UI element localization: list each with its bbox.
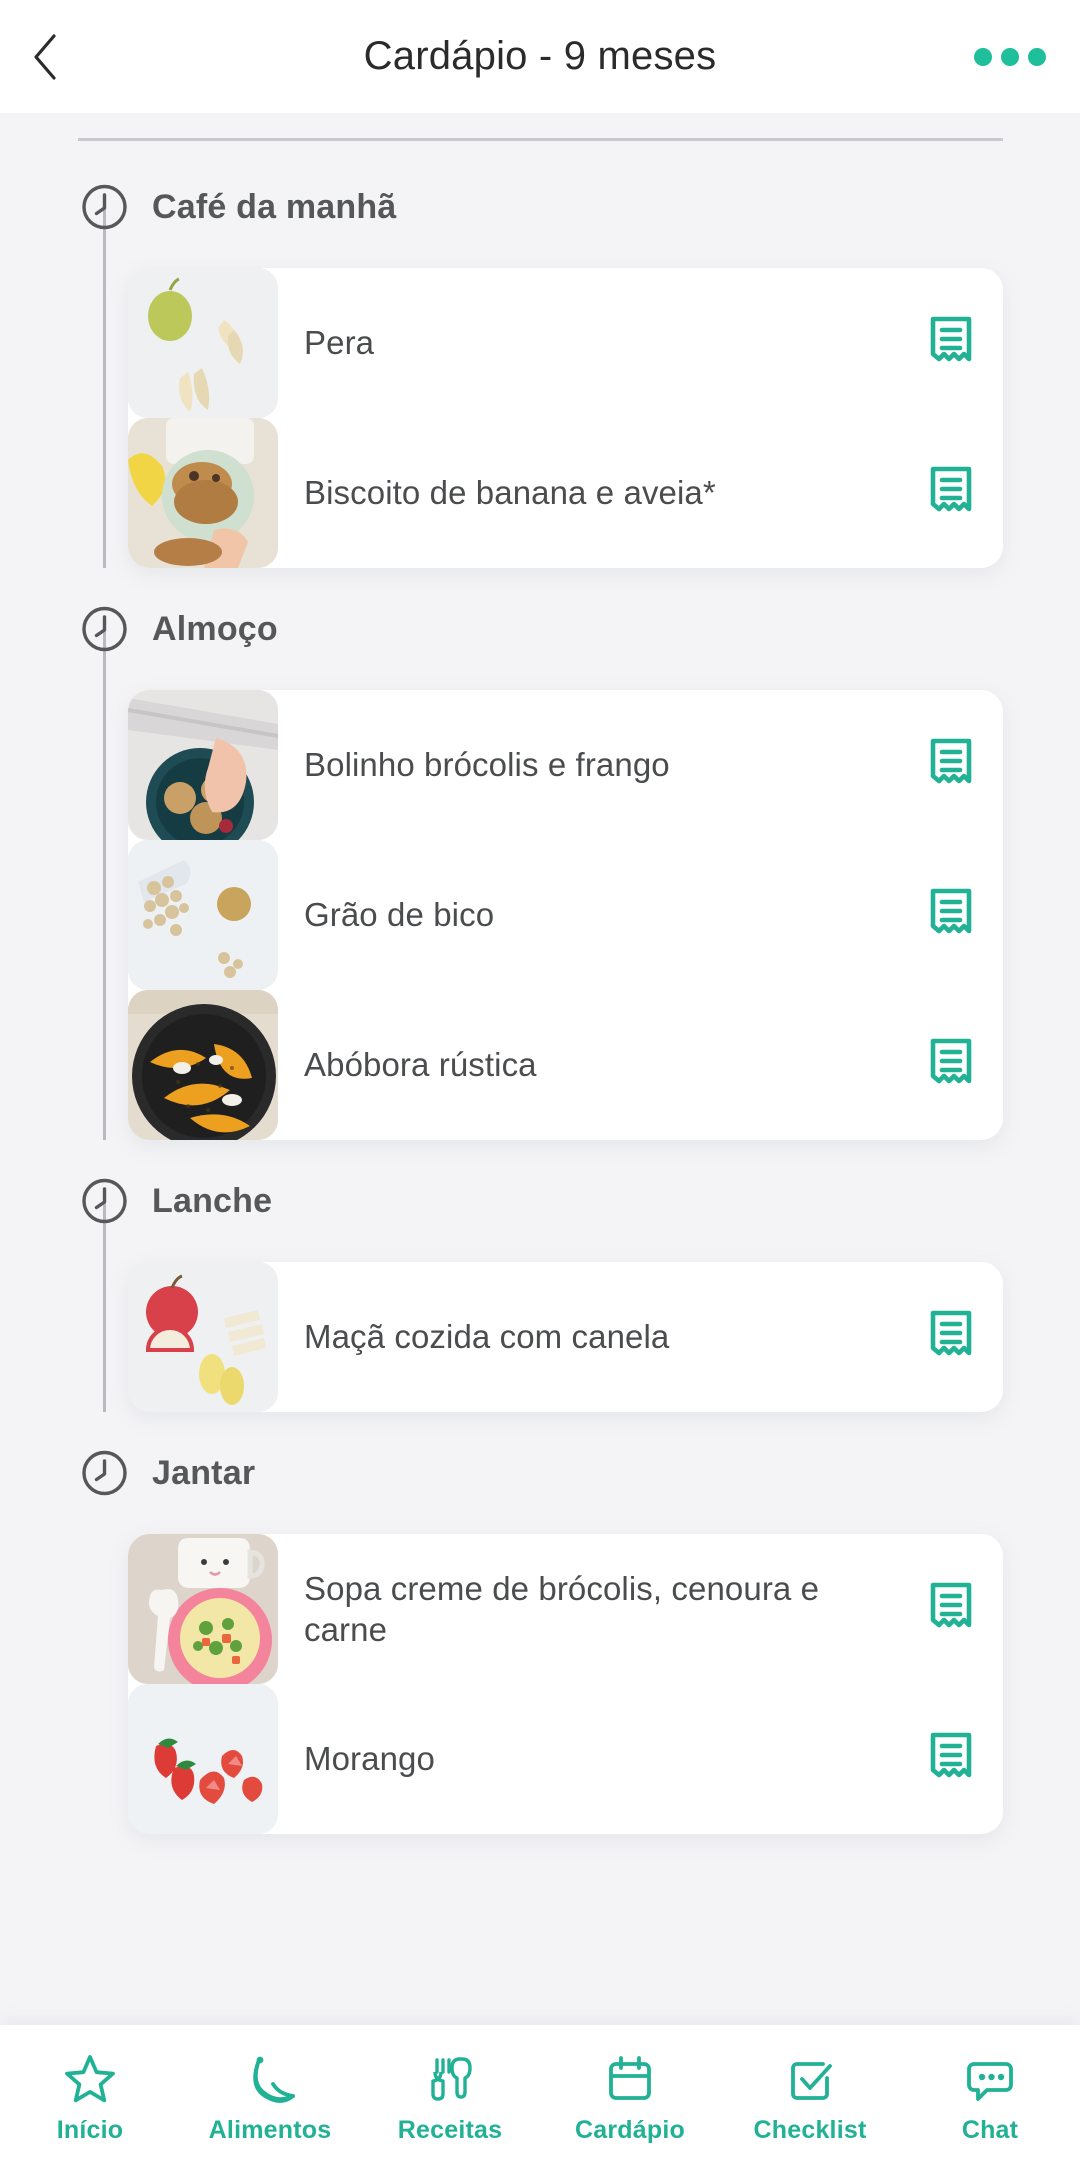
meal-header: Jantar [0, 1434, 1080, 1512]
menu-item-label: Abóbora rústica [304, 1046, 537, 1084]
receipt-icon [930, 466, 972, 512]
menu-item-row[interactable]: Bolinho brócolis e frango [128, 690, 1003, 840]
menu-item-label: Sopa creme de brócolis, cenoura e carne [304, 1569, 820, 1648]
nav-item-label: Chat [961, 2115, 1019, 2144]
nav-item-chat[interactable]: Chat [900, 2025, 1080, 2171]
more-horizontal-icon [1001, 47, 1019, 66]
menu-item-row[interactable]: Abóbora rústica [128, 990, 1003, 1140]
recipe-button[interactable] [899, 690, 1003, 840]
banana-icon [243, 2052, 297, 2106]
receipt-icon [930, 316, 972, 362]
timeline-rail [103, 207, 106, 568]
food-thumbnail[interactable] [128, 268, 278, 418]
receipt-icon [930, 1732, 972, 1778]
meal-card: Pera Biscoito de banana e aveia* [128, 268, 1003, 568]
meal-title: Café da manhã [152, 187, 397, 226]
meal-header: Lanche [0, 1162, 1080, 1240]
nav-item-label: Início [56, 2115, 124, 2144]
food-thumbnail[interactable] [128, 840, 278, 990]
recipe-button[interactable] [899, 1534, 1003, 1684]
meal-section: Almoço Bolinho brócolis e frango Grão de b… [0, 590, 1080, 1140]
nav-item-label: Checklist [753, 2115, 867, 2144]
menu-item-row[interactable]: Pera [128, 268, 1003, 418]
menu-scroll-area[interactable]: Café da manhã Pera Biscoito de banana e av… [0, 113, 1080, 2025]
meal-card: Bolinho brócolis e frango Grão de bico Abó… [128, 690, 1003, 1140]
menu-item-label: Morango [304, 1740, 435, 1778]
nav-item-checklist[interactable]: Checklist [720, 2025, 900, 2171]
recipe-button[interactable] [899, 840, 1003, 990]
menu-item-row[interactable]: Morango [128, 1684, 1003, 1834]
meal-card: Maçã cozida com canela [128, 1262, 1003, 1412]
meal-section: Jantar Sopa creme de brócolis, cenoura e … [0, 1434, 1080, 1834]
nav-item-label: Cardápio [575, 2115, 685, 2144]
menu-item-label: Pera [304, 324, 375, 362]
chevron-left-icon [34, 33, 56, 80]
menu-item-label: Maçã cozida com canela [304, 1318, 670, 1356]
meal-timeline: Café da manhã Pera Biscoito de banana e av… [0, 113, 1080, 1834]
food-thumbnail[interactable] [128, 990, 278, 1140]
nav-item-receitas[interactable]: Receitas [360, 2025, 540, 2171]
food-thumbnail[interactable] [128, 1684, 278, 1834]
more-horizontal-icon [974, 47, 992, 66]
menu-item-row[interactable]: Biscoito de banana e aveia* [128, 418, 1003, 568]
app-header: Cardápio - 9 meses [0, 0, 1080, 113]
recipe-button[interactable] [899, 268, 1003, 418]
nav-item-alimentos[interactable]: Alimentos [180, 2025, 360, 2171]
food-thumbnail[interactable] [128, 418, 278, 568]
clock-icon [81, 1450, 128, 1497]
food-thumbnail[interactable] [128, 1262, 278, 1412]
star-icon [63, 2052, 117, 2106]
recipe-button[interactable] [899, 990, 1003, 1140]
clock-icon [81, 606, 128, 653]
back-button[interactable] [0, 0, 90, 113]
app-screen: Cardápio - 9 meses Café da manhã Pera Bisc… [0, 0, 1080, 2171]
more-options-button[interactable] [968, 34, 1052, 80]
fork-spoon-icon [423, 2052, 477, 2106]
meal-section: Café da manhã Pera Biscoito de banana e av… [0, 168, 1080, 568]
meal-header: Almoço [0, 590, 1080, 668]
more-horizontal-icon [1028, 47, 1046, 66]
meal-section: Lanche Maçã cozida com canela [0, 1162, 1080, 1412]
bottom-navigation: Início Alimentos Receitas Cardápio Checklist… [0, 2025, 1080, 2171]
recipe-button[interactable] [899, 1262, 1003, 1412]
meal-title: Almoço [152, 609, 278, 648]
receipt-icon [930, 1582, 972, 1628]
meal-card: Sopa creme de brócolis, cenoura e carne M… [128, 1534, 1003, 1834]
page-title: Cardápio - 9 meses [363, 34, 717, 78]
meal-header: Café da manhã [0, 168, 1080, 246]
recipe-button[interactable] [899, 1684, 1003, 1834]
meal-title: Lanche [152, 1181, 273, 1220]
menu-item-row[interactable]: Sopa creme de brócolis, cenoura e carne [128, 1534, 1003, 1684]
menu-item-label: Biscoito de banana e aveia* [304, 474, 716, 512]
clock-icon [81, 184, 128, 231]
receipt-icon [930, 1038, 972, 1084]
nav-item-inicio[interactable]: Início [0, 2025, 180, 2171]
nav-item-cardapio[interactable]: Cardápio [540, 2025, 720, 2171]
chat-bubble-icon [963, 2052, 1017, 2106]
menu-item-label: Bolinho brócolis e frango [304, 746, 670, 784]
receipt-icon [930, 888, 972, 934]
nav-item-label: Alimentos [208, 2115, 332, 2144]
meal-title: Jantar [152, 1453, 256, 1492]
calendar-icon [603, 2052, 657, 2106]
checkbox-check-icon [783, 2052, 837, 2106]
nav-item-label: Receitas [397, 2115, 503, 2144]
menu-item-label: Grão de bico [304, 896, 495, 934]
menu-item-row[interactable]: Maçã cozida com canela [128, 1262, 1003, 1412]
food-thumbnail[interactable] [128, 1534, 278, 1684]
receipt-icon [930, 738, 972, 784]
recipe-button[interactable] [899, 418, 1003, 568]
receipt-icon [930, 1310, 972, 1356]
menu-item-row[interactable]: Grão de bico [128, 840, 1003, 990]
food-thumbnail[interactable] [128, 690, 278, 840]
timeline-rail [103, 629, 106, 1140]
clock-icon [81, 1178, 128, 1225]
